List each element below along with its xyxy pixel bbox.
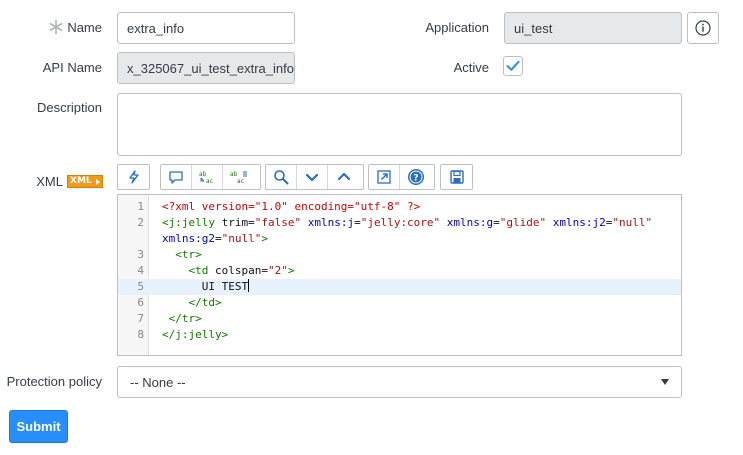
protection-policy-select[interactable]: -- None -- <box>117 366 682 398</box>
replace-all-button[interactable]: ab ac <box>223 165 254 189</box>
code-line[interactable]: 7 </tr> <box>118 311 681 327</box>
mandatory-asterisk-icon <box>49 20 63 34</box>
help-button[interactable]: ? <box>400 165 431 189</box>
code-text: <j:jelly trim="false" xmlns:j="jelly:cor… <box>162 216 653 229</box>
chevron-down-icon <box>661 379 669 385</box>
search-button[interactable] <box>266 165 297 189</box>
svg-text:ab: ab <box>199 171 207 178</box>
code-line[interactable]: xmlns:g2="null"> <box>118 231 681 247</box>
line-number: 5 <box>137 280 144 293</box>
toolbar-group-edit: ab ac ab ac <box>160 164 261 190</box>
chevron-up-icon <box>337 172 350 181</box>
help-icon: ? <box>407 169 424 185</box>
text-cursor <box>248 279 250 292</box>
code-text: <td colspan="2"> <box>188 264 295 277</box>
toolbar-group-format <box>117 164 150 190</box>
active-checkbox[interactable] <box>503 56 523 76</box>
code-line[interactable]: 6 </td> <box>118 295 681 311</box>
checkmark-icon <box>506 60 520 71</box>
code-line[interactable]: 2 <j:jelly trim="false" xmlns:j="jelly:co… <box>118 215 681 231</box>
submit-button[interactable]: Submit <box>9 410 68 443</box>
replace-all-icon: ab ac <box>230 171 247 185</box>
format-icon <box>128 170 139 184</box>
application-field: ui_test <box>504 12 682 44</box>
code-text: </td> <box>188 296 222 309</box>
xml-label: XML <box>36 174 63 189</box>
code-text: </tr> <box>168 312 202 325</box>
code-text: </j:jelly> <box>162 328 229 341</box>
code-text: xmlns:g2="null"> <box>162 232 268 245</box>
application-label: Application <box>425 20 489 35</box>
toolbar-group-view: ? <box>368 164 435 190</box>
fullscreen-button[interactable] <box>369 165 400 189</box>
code-line[interactable]: 1 <?xml version="1.0" encoding="utf-8" ?> <box>118 199 681 215</box>
code-text: <tr> <box>175 248 202 261</box>
active-label: Active <box>453 60 489 75</box>
api-name-label: API Name <box>42 60 102 75</box>
name-label: Name <box>67 20 102 35</box>
name-input[interactable]: extra_info <box>117 12 295 44</box>
svg-text:ac: ac <box>237 178 245 185</box>
search-icon <box>274 170 289 185</box>
line-number: 3 <box>137 248 144 261</box>
xml-badge-text: XML <box>70 176 92 186</box>
format-code-button[interactable] <box>118 165 149 189</box>
save-button[interactable] <box>441 165 472 189</box>
description-textarea[interactable] <box>117 93 682 156</box>
line-number: 8 <box>137 328 144 341</box>
chevron-down-icon <box>305 173 319 182</box>
line-number: 4 <box>137 264 144 277</box>
xml-type-badge[interactable]: XML <box>67 175 103 188</box>
line-number: 6 <box>137 296 144 309</box>
svg-text:ac: ac <box>206 178 214 185</box>
toolbar-group-search <box>265 164 364 190</box>
protection-policy-label: Protection policy <box>6 374 102 389</box>
fullscreen-icon <box>377 170 391 184</box>
code-text: UI TEST <box>162 279 250 293</box>
xml-code-editor[interactable]: 1 <?xml version="1.0" encoding="utf-8" ?>… <box>117 194 682 356</box>
comment-icon <box>169 171 183 184</box>
protection-policy-value: -- None -- <box>130 374 186 390</box>
line-number: 2 <box>137 216 144 229</box>
toolbar-group-save <box>440 164 473 190</box>
replace-button[interactable]: ab ac <box>192 165 223 189</box>
replace-icon: ab ac <box>199 171 214 185</box>
svg-text:?: ? <box>413 174 418 184</box>
comment-button[interactable] <box>161 165 192 189</box>
application-info-button[interactable] <box>687 12 719 44</box>
find-previous-button[interactable] <box>328 165 359 189</box>
info-icon <box>695 20 711 36</box>
code-line[interactable]: 8 </j:jelly> <box>118 327 681 343</box>
code-line[interactable]: 5 UI TEST <box>118 279 681 295</box>
svg-text:ab: ab <box>230 171 238 178</box>
code-line[interactable]: 4 <td colspan="2"> <box>118 263 681 279</box>
badge-arrow-icon <box>95 178 100 185</box>
code-line[interactable]: 3 <tr> <box>118 247 681 263</box>
save-icon <box>449 170 464 184</box>
find-next-button[interactable] <box>297 165 328 189</box>
api-name-field: x_325067_ui_test_extra_info <box>117 52 295 84</box>
code-text: <?xml version="1.0" encoding="utf-8" ?> <box>162 200 421 213</box>
line-number: 7 <box>137 312 144 325</box>
description-label: Description <box>36 100 102 115</box>
line-number: 1 <box>137 200 144 213</box>
